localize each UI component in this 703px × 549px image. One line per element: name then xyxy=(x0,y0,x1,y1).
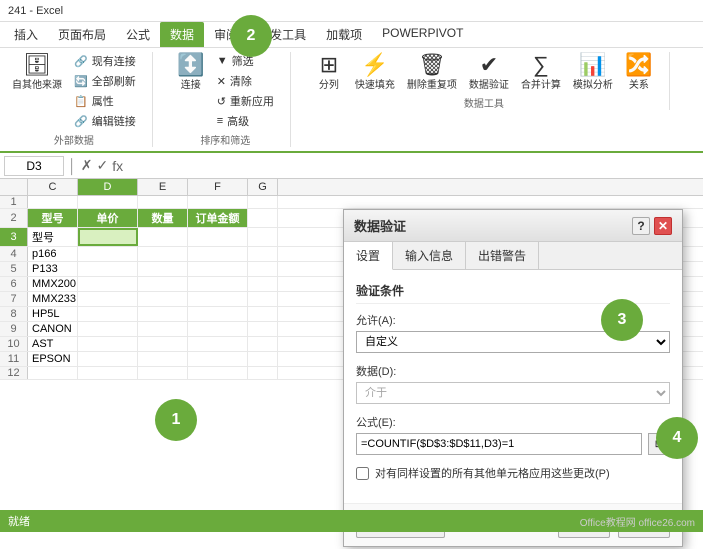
insert-function-icon[interactable]: fx xyxy=(112,158,123,174)
other-sources-icon: 🗄 xyxy=(23,54,51,76)
formula-input[interactable] xyxy=(127,159,699,173)
btn-what-if[interactable]: 📊 模拟分析 xyxy=(569,52,617,93)
data-field-row: 介于 xyxy=(356,382,670,404)
tab-insert[interactable]: 插入 xyxy=(4,22,48,47)
tab-data[interactable]: 数据 xyxy=(160,22,204,47)
refresh-all-icon: 🔄 xyxy=(74,75,88,88)
btn-advanced[interactable]: ≡ 高级 xyxy=(213,112,278,130)
formula-range-button[interactable]: ⊞ xyxy=(648,433,670,455)
ribbon-group-external: 🗄 自其他来源 🔗 现有连接 🔄 全部刷新 📋 属性 xyxy=(8,52,153,147)
ribbon-content: 🗄 自其他来源 🔗 现有连接 🔄 全部刷新 📋 属性 xyxy=(0,48,703,151)
ribbon-group-data-tools: ⊞ 分列 ⚡ 快速填充 🗑 删除重复项 ✔ 数据验证 ∑ 合并计算 xyxy=(311,52,670,110)
checkbox-row: 对有同样设置的所有其他单元格应用这些更改(P) xyxy=(356,465,670,481)
reapply-icon: ↺ xyxy=(217,95,226,108)
btn-reapply[interactable]: ↺ 重新应用 xyxy=(213,92,278,110)
btn-flash-fill[interactable]: ⚡ 快速填充 xyxy=(351,52,399,93)
btn-clear[interactable]: ✕ 清除 xyxy=(213,72,278,90)
remove-dupes-icon: 🗑 xyxy=(418,54,446,76)
title-text: 241 - Excel xyxy=(8,5,63,17)
btn-sort[interactable]: ↕️ 连接 xyxy=(173,52,209,130)
range-select-icon: ⊞ xyxy=(655,439,663,450)
formula-icons: ✗ ✓ fx xyxy=(81,157,123,174)
status-bar: 就绪 Office教程网 office26.com xyxy=(0,510,703,532)
formula-label: 公式(E): xyxy=(356,414,670,430)
external-data-label: 外部数据 xyxy=(54,132,94,147)
ribbon-small-group-conn: 🔗 现有连接 🔄 全部刷新 📋 属性 🔗 编辑链接 xyxy=(70,52,140,130)
dialog-close-button[interactable]: ✕ xyxy=(654,217,672,235)
allow-label: 允许(A): xyxy=(356,312,670,328)
data-validation-dialog: 数据验证 ? ✕ 设置 输入信息 出错警告 验证条件 允许(A): 自定义 xyxy=(343,209,683,547)
ribbon-group-external-btns: 🗄 自其他来源 🔗 现有连接 🔄 全部刷新 📋 属性 xyxy=(8,52,140,130)
dialog-title-buttons: ? ✕ xyxy=(632,217,672,235)
data-field-group: 数据(D): 介于 xyxy=(356,363,670,404)
ribbon-tab-bar: 插入 页面布局 公式 数据 审阅 开发工具 加载项 POWERPIVOT xyxy=(0,22,703,48)
ribbon: 插入 页面布局 公式 数据 审阅 开发工具 加载项 POWERPIVOT 🗄 自… xyxy=(0,22,703,153)
formula-divider: │ xyxy=(68,158,77,174)
allow-field-row: 自定义 xyxy=(356,331,670,353)
split-icon: ⊞ xyxy=(320,54,338,76)
ribbon-group-sort: ↕️ 连接 ▼ 筛选 ✕ 清除 ↺ 重新应用 xyxy=(173,52,291,147)
btn-other-sources[interactable]: 🗄 自其他来源 xyxy=(8,52,66,130)
properties-icon: 📋 xyxy=(74,95,88,108)
flash-fill-icon: ⚡ xyxy=(361,54,388,76)
tab-powerpivot[interactable]: POWERPIVOT xyxy=(372,22,473,47)
allow-field-group: 允许(A): 自定义 xyxy=(356,312,670,353)
dialog-overlay: 数据验证 ? ✕ 设置 输入信息 出错警告 验证条件 允许(A): 自定义 xyxy=(0,179,703,549)
btn-existing-conn[interactable]: 🔗 现有连接 xyxy=(70,52,140,70)
advanced-icon: ≡ xyxy=(217,115,223,127)
tab-page-layout[interactable]: 页面布局 xyxy=(48,22,116,47)
confirm-formula-icon[interactable]: ✓ xyxy=(96,157,108,174)
formula-field-row: ⊞ xyxy=(356,433,670,455)
allow-select[interactable]: 自定义 xyxy=(356,331,670,353)
formula-field-group: 公式(E): ⊞ xyxy=(356,414,670,455)
edit-links-icon: 🔗 xyxy=(74,115,88,128)
dialog-section-label: 验证条件 xyxy=(356,282,670,304)
title-bar: 241 - Excel xyxy=(0,0,703,22)
data-select[interactable]: 介于 xyxy=(356,382,670,404)
ribbon-data-tool-btns: ⊞ 分列 ⚡ 快速填充 🗑 删除重复项 ✔ 数据验证 ∑ 合并计算 xyxy=(311,52,657,93)
apply-all-checkbox[interactable] xyxy=(356,467,369,480)
sheet-area: C D E F G 1 2 型号 单价 数量 订单金额 3 型号 xyxy=(0,179,703,549)
dialog-tab-error[interactable]: 出错警告 xyxy=(466,242,539,269)
sort-icon: ↕️ xyxy=(177,54,204,76)
dialog-body: 验证条件 允许(A): 自定义 数据(D): 介于 xyxy=(344,270,682,503)
tab-formula[interactable]: 公式 xyxy=(116,22,160,47)
dialog-tabs: 设置 输入信息 出错警告 xyxy=(344,242,682,270)
btn-properties[interactable]: 📋 属性 xyxy=(70,92,140,110)
consolidate-icon: ∑ xyxy=(533,54,549,76)
data-validation-icon: ✔ xyxy=(480,54,498,76)
dialog-help-button[interactable]: ? xyxy=(632,217,650,235)
filter-icon: ▼ xyxy=(217,55,228,67)
ribbon-small-group-filter: ▼ 筛选 ✕ 清除 ↺ 重新应用 ≡ 高级 xyxy=(213,52,278,130)
btn-data-validation[interactable]: ✔ 数据验证 xyxy=(465,52,513,93)
btn-split[interactable]: ⊞ 分列 xyxy=(311,52,347,93)
data-tools-label: 数据工具 xyxy=(464,95,504,110)
cancel-formula-icon[interactable]: ✗ xyxy=(81,157,93,174)
what-if-icon: 📊 xyxy=(579,54,606,76)
sort-filter-label: 排序和筛选 xyxy=(200,132,250,147)
office-watermark: Office教程网 office26.com xyxy=(580,514,695,529)
ribbon-sort-btns: ↕️ 连接 ▼ 筛选 ✕ 清除 ↺ 重新应用 xyxy=(173,52,278,130)
status-text: 就绪 xyxy=(8,513,30,529)
btn-refresh-all[interactable]: 🔄 全部刷新 xyxy=(70,72,140,90)
existing-conn-icon: 🔗 xyxy=(74,55,88,68)
formula-input-field[interactable] xyxy=(356,433,642,455)
btn-remove-dupes[interactable]: 🗑 删除重复项 xyxy=(403,52,461,93)
checkbox-label: 对有同样设置的所有其他单元格应用这些更改(P) xyxy=(375,465,610,481)
annotation-2: 2 xyxy=(230,15,272,57)
clear-icon: ✕ xyxy=(217,75,226,88)
dialog-title-text: 数据验证 xyxy=(354,216,406,235)
btn-edit-links[interactable]: 🔗 编辑链接 xyxy=(70,112,140,130)
tab-addins[interactable]: 加载项 xyxy=(316,22,372,47)
relationships-icon: 🔀 xyxy=(625,54,652,76)
dialog-tab-input[interactable]: 输入信息 xyxy=(393,242,466,269)
cell-reference[interactable] xyxy=(4,156,64,176)
data-label: 数据(D): xyxy=(356,363,670,379)
dialog-tab-settings[interactable]: 设置 xyxy=(344,242,393,270)
dialog-title-bar: 数据验证 ? ✕ xyxy=(344,210,682,242)
btn-relationships[interactable]: 🔀 关系 xyxy=(621,52,657,93)
formula-bar: │ ✗ ✓ fx xyxy=(0,153,703,179)
btn-consolidate[interactable]: ∑ 合并计算 xyxy=(517,52,565,93)
